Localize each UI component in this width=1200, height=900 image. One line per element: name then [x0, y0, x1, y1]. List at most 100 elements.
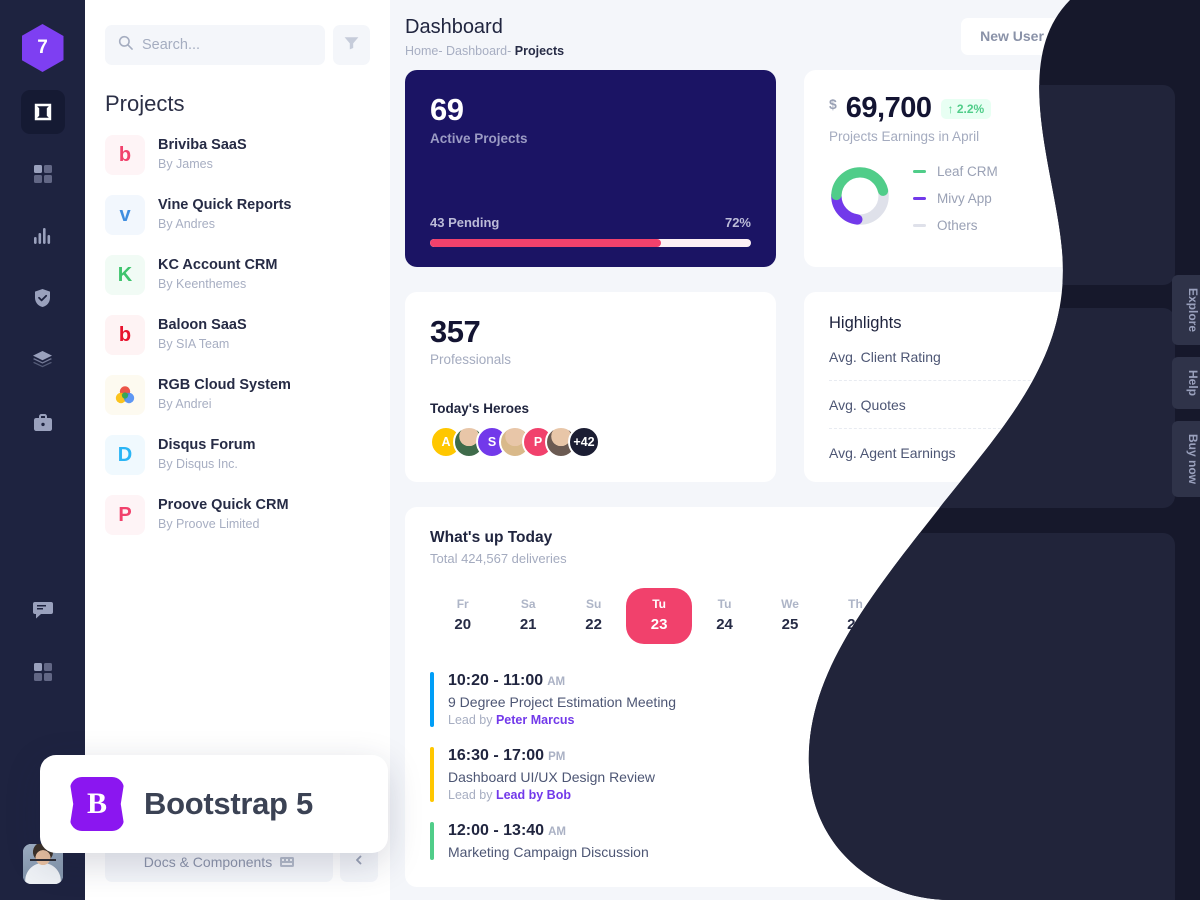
event-row: 16:30 - 17:00 PM Dashboard UI/UX Design Re…	[430, 737, 1150, 812]
filter-button[interactable]	[333, 25, 370, 65]
cube-icon	[33, 102, 53, 122]
event-view-button[interactable]: View	[1086, 683, 1150, 716]
pending-label: 43 Pending	[430, 215, 500, 230]
event-time: 10:20 - 11:00 AM	[448, 672, 566, 689]
bootstrap-badge[interactable]: B Bootstrap 5	[40, 755, 388, 853]
day-number: 20	[454, 616, 472, 633]
sidebar-item-cube[interactable]	[20, 90, 65, 134]
project-list-item[interactable]: b Briviba SaaS By James	[105, 125, 370, 185]
project-logo-icon: K	[105, 255, 145, 295]
project-list-item[interactable]: RGB Cloud System By Andrei	[105, 365, 370, 425]
progress-track	[430, 239, 751, 247]
legend-label: Leaf CRM	[937, 164, 998, 179]
sidebar-item-grid[interactable]	[21, 152, 65, 196]
heroes-avatar-group[interactable]: A S P +42	[430, 426, 751, 458]
calendar-day[interactable]: Th 26	[823, 588, 888, 644]
left-column: 69 Active Projects 43 Pending 72% 357 Pr…	[405, 70, 776, 482]
calendar-day[interactable]: Tu 24	[692, 588, 757, 644]
project-name: KC Account CRM	[158, 256, 278, 273]
calendar-day[interactable]: Mo 30	[1085, 588, 1150, 644]
highlight-value-group: ↗ 7.8/10	[1090, 348, 1150, 365]
highlights-card[interactable]: Highlights Avg. Client Rating ↗ 7.8/10 Avg.…	[804, 292, 1175, 482]
day-of-week: Su	[1044, 597, 1060, 611]
project-owner: By SIA Team	[158, 337, 230, 352]
new-user-button[interactable]: New User	[961, 17, 1063, 55]
calendar-day[interactable]: Tu 23	[626, 588, 692, 644]
filter-icon	[344, 36, 359, 55]
day-selector[interactable]: Fr 20 Sa 21 Su 22 Tu 23 Tu 24 We 25 Th 26 Fri 27 Sa 28 Su 2…	[430, 588, 1150, 644]
calendar-day[interactable]: We 25	[757, 588, 822, 644]
whats-up-section: What's up Today Total 424,567 deliveries…	[390, 507, 1200, 887]
event-name: 9 Degree Project Estimation Meeting	[448, 694, 676, 710]
project-text: Baloon SaaS By SIA Team	[158, 316, 247, 354]
panel-title: Projects	[105, 91, 185, 116]
event-lead-name[interactable]: Peter Marcus	[496, 713, 575, 727]
side-tab-explore[interactable]: Explore	[1172, 275, 1200, 346]
hero-avatar[interactable]: +42	[568, 426, 600, 458]
sidebar-item-grid-alt[interactable]	[21, 650, 65, 694]
search-icon	[118, 35, 133, 55]
day-of-week: Sa	[979, 597, 994, 611]
side-tab-help[interactable]: Help	[1172, 357, 1200, 410]
project-list-item[interactable]: v Vine Quick Reports By Andres	[105, 185, 370, 245]
project-owner: By Disqus Inc.	[158, 457, 238, 472]
highlight-value-group: ↙ 730	[1106, 396, 1150, 413]
side-tabs: Explore Help Buy now	[1172, 275, 1200, 498]
whats-up-title: What's up Today	[430, 529, 553, 546]
project-list-item[interactable]: b Baloon SaaS By SIA Team	[105, 305, 370, 365]
project-name: Proove Quick CRM	[158, 496, 289, 513]
project-logo-icon: D	[105, 435, 145, 475]
arrow-down-left-icon: ↙	[1106, 396, 1118, 412]
sidebar-item-projects[interactable]	[21, 400, 65, 444]
event-view-button[interactable]: View	[1086, 824, 1150, 858]
sidebar-item-security[interactable]	[21, 276, 65, 320]
page-title: Dashboard	[405, 16, 503, 38]
sidebar-item-analytics[interactable]	[21, 214, 65, 258]
whats-up-titles: What's up Today Total 424,567 deliveries	[430, 529, 567, 566]
calendar-day[interactable]: Fr 20	[430, 588, 495, 644]
breadcrumb-item[interactable]: Dashboard-	[446, 44, 515, 58]
layers-icon	[32, 351, 53, 369]
project-logo-icon: P	[105, 495, 145, 535]
calendar-day[interactable]: Sa 21	[495, 588, 560, 644]
earnings-card[interactable]: $ 69,700 ↑ 2.2% Projects Earnings in Apr…	[804, 70, 1175, 267]
calendar-day[interactable]: Fri 27	[888, 588, 953, 644]
calendar-day[interactable]: Sa 28	[954, 588, 1019, 644]
side-tab-buy-now[interactable]: Buy now	[1172, 421, 1200, 498]
right-column: $ 69,700 ↑ 2.2% Projects Earnings in Apr…	[804, 70, 1175, 482]
highlight-label: Avg. Quotes	[829, 396, 906, 413]
day-number: 28	[978, 616, 995, 633]
event-ampm: AM	[547, 676, 566, 688]
search-input[interactable]: Search...	[105, 25, 325, 65]
event-view-button[interactable]: View	[1086, 758, 1150, 791]
event-color-bar	[430, 672, 434, 727]
legend-value: $7,660	[1108, 164, 1150, 179]
day-of-week: Fri	[913, 597, 929, 611]
progress-row: 43 Pending 72%	[430, 215, 751, 230]
docs-label: Docs & Components	[143, 854, 273, 870]
report-center-button[interactable]: Report Cecnter	[1020, 529, 1150, 566]
new-goal-button[interactable]: New Goal	[1070, 16, 1175, 56]
breadcrumb: Home- Dashboard- Projects	[405, 44, 564, 58]
highlight-row: Avg. Agent Earnings ↗ $2,309	[829, 428, 1150, 476]
event-lead-name[interactable]: Lead by Bob	[496, 788, 571, 802]
calendar-day[interactable]: Su 22	[561, 588, 626, 644]
sidebar-item-chat[interactable]	[21, 588, 65, 632]
project-list-item[interactable]: D Disqus Forum By Disqus Inc.	[105, 425, 370, 485]
project-text: Disqus Forum By Disqus Inc.	[158, 436, 255, 474]
breadcrumb-item[interactable]: Home-	[405, 44, 446, 58]
sidebar-item-layers[interactable]	[21, 338, 65, 382]
project-list-item[interactable]: K KC Account CRM By Keenthemes	[105, 245, 370, 305]
professionals-card[interactable]: 357 Professionals Today's Heroes A S P +42	[405, 292, 776, 482]
project-text: Proove Quick CRM By Proove Limited	[158, 496, 289, 534]
calendar-day[interactable]: Su 29	[1019, 588, 1084, 644]
legend-row: Others $45,257	[913, 218, 1150, 233]
earnings-change-badge: ↑ 2.2%	[940, 98, 992, 119]
highlights-rows: Avg. Client Rating ↗ 7.8/10 Avg. Quotes ↙ 730…	[829, 333, 1150, 476]
app-logo[interactable]: 7	[21, 24, 64, 72]
professionals-value: 357	[430, 314, 481, 349]
project-list-item[interactable]: P Proove Quick CRM By Proove Limited	[105, 485, 370, 545]
bootstrap-badge-text: Bootstrap 5	[144, 786, 313, 821]
active-projects-card[interactable]: 69 Active Projects 43 Pending 72%	[405, 70, 776, 267]
legend-marker-icon	[913, 224, 926, 227]
